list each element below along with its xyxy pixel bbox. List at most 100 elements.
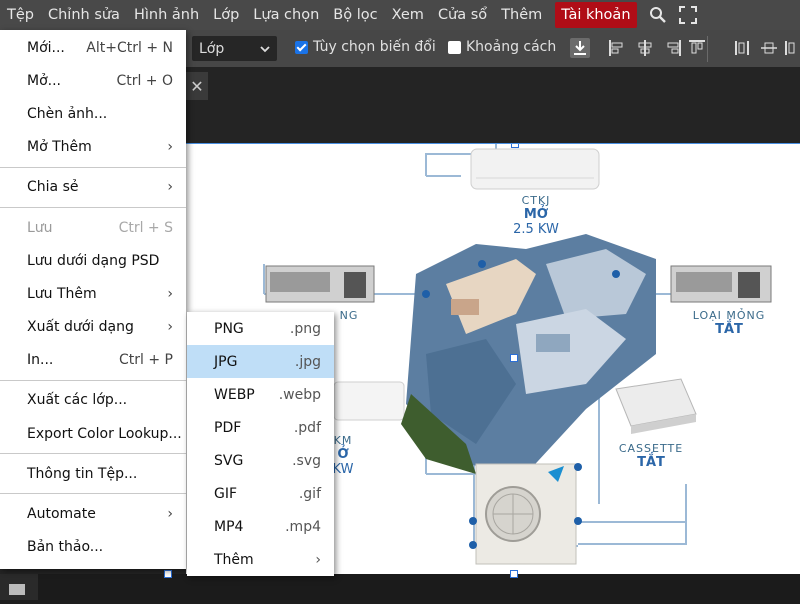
- export-format-label: JPG: [214, 353, 238, 370]
- distribute-center-icon[interactable]: [760, 39, 778, 57]
- menu-file[interactable]: Tệp: [0, 0, 41, 30]
- thin-type-label: LOẠI MỎNG TẮT: [674, 309, 784, 337]
- export-pdf[interactable]: PDF .pdf: [187, 411, 334, 444]
- menu-select[interactable]: Lựa chọn: [246, 0, 326, 30]
- menu-more[interactable]: Thêm: [494, 0, 549, 30]
- transform-controls-checkbox[interactable]: Tùy chọn biến đổi: [295, 39, 436, 55]
- left-duct-label: NG: [334, 309, 364, 322]
- transform-controls-label: Tùy chọn biến đổi: [313, 39, 436, 55]
- menu-view[interactable]: Xem: [385, 0, 431, 30]
- menu-window[interactable]: Cửa sổ: [431, 0, 494, 30]
- menu-edit[interactable]: Chỉnh sửa: [41, 0, 127, 30]
- menu-layer[interactable]: Lớp: [206, 0, 246, 30]
- export-jpg[interactable]: JPG .jpg: [187, 345, 334, 378]
- checkbox-unchecked-icon[interactable]: [448, 40, 461, 54]
- menu-item-export-as[interactable]: Xuất dưới dạng ›: [0, 311, 186, 344]
- export-format-label: MP4: [214, 518, 244, 535]
- export-format-label: PNG: [214, 320, 244, 337]
- distribute-left-icon[interactable]: [734, 39, 752, 57]
- menu-item-export-color-lookup[interactable]: Export Color Lookup...: [0, 417, 186, 450]
- export-format-label: WEBP: [214, 386, 255, 403]
- menu-item-save[interactable]: Lưu Ctrl + S: [0, 211, 186, 244]
- menu-image[interactable]: Hình ảnh: [127, 0, 206, 30]
- menu-item-label: Lưu dưới dạng PSD: [27, 252, 160, 269]
- download-icon[interactable]: [570, 38, 590, 58]
- ctkj-label-line2: MỞ: [523, 207, 549, 222]
- align-top-icon[interactable]: [688, 39, 706, 57]
- menu-item-share[interactable]: Chia sẻ ›: [0, 171, 186, 204]
- menu-item-save-more[interactable]: Lưu Thêm ›: [0, 277, 186, 310]
- thin-type-label-line1: LOẠI MỎNG: [692, 309, 766, 322]
- canvas-bottom-area: [0, 574, 800, 600]
- menu-item-label: Lưu: [27, 219, 53, 236]
- layer-select-value: Lớp: [199, 40, 225, 57]
- export-svg[interactable]: SVG .svg: [187, 444, 334, 477]
- align-left-icon[interactable]: [608, 39, 626, 57]
- menu-item-label: Lưu Thêm: [27, 285, 97, 302]
- window-icon[interactable]: [0, 574, 38, 600]
- menu-separator: [0, 206, 186, 208]
- left-duct-label-line1: NG: [339, 309, 359, 322]
- distribute-right-icon[interactable]: [784, 39, 800, 57]
- menu-item-print[interactable]: In... Ctrl + P: [0, 344, 186, 377]
- transform-handle-bottom[interactable]: [510, 570, 518, 578]
- transform-handle-top[interactable]: [511, 144, 519, 148]
- cassette-label-line2: TẮT: [637, 455, 665, 470]
- chevron-right-icon: ›: [167, 179, 173, 196]
- align-center-icon[interactable]: [636, 39, 654, 57]
- export-webp[interactable]: WEBP .webp: [187, 378, 334, 411]
- close-tab-button[interactable]: ✕: [186, 72, 208, 100]
- menubar: Tệp Chỉnh sửa Hình ảnh Lớp Lựa chọn Bộ l…: [0, 0, 800, 30]
- export-format-label: SVG: [214, 452, 244, 469]
- cassette-label-line1: CASSETTE: [618, 442, 684, 455]
- menu-item-insert-image[interactable]: Chèn ảnh...: [0, 97, 186, 130]
- spacing-checkbox[interactable]: Khoảng cách: [448, 39, 556, 55]
- export-mp4[interactable]: MP4 .mp4: [187, 510, 334, 543]
- transform-handle-center[interactable]: [510, 354, 518, 362]
- menu-item-label: Automate: [27, 506, 96, 523]
- ctkj-label-line3: 2.5 KW: [513, 222, 559, 237]
- menu-item-export-layers[interactable]: Xuất các lớp...: [0, 384, 186, 417]
- export-format-label: GIF: [214, 485, 238, 502]
- menu-separator: [0, 453, 186, 455]
- menu-item-shortcut: Ctrl + S: [118, 219, 173, 236]
- chevron-right-icon: ›: [167, 506, 173, 523]
- menu-separator: [0, 493, 186, 495]
- file-menu: Mới... Alt+Ctrl + N Mở... Ctrl + O Chèn ản…: [0, 30, 186, 569]
- menu-item-drafts[interactable]: Bản thảo...: [0, 531, 186, 564]
- menu-item-shortcut: Ctrl + P: [119, 352, 173, 369]
- export-format-ext: .svg: [292, 452, 321, 469]
- export-format-label: Thêm: [214, 551, 254, 568]
- search-icon[interactable]: [643, 0, 673, 30]
- menu-item-label: Xuất các lớp...: [27, 392, 128, 409]
- menu-separator: [0, 166, 186, 168]
- close-icon: ✕: [190, 76, 204, 96]
- tool-panel-bottom: [0, 574, 38, 600]
- menu-item-label: Thông tin Tệp...: [27, 465, 138, 482]
- cassette-label: CASSETTE TẮT: [601, 442, 701, 470]
- transform-handle-bottom-left[interactable]: [164, 570, 172, 578]
- export-more[interactable]: Thêm ›: [187, 543, 334, 576]
- fullscreen-icon[interactable]: [673, 0, 703, 30]
- menu-item-open[interactable]: Mở... Ctrl + O: [0, 64, 186, 97]
- chevron-right-icon: ›: [167, 319, 173, 336]
- menu-separator: [0, 379, 186, 381]
- chevron-right-icon: ›: [167, 285, 173, 302]
- export-png[interactable]: PNG .png: [187, 312, 334, 345]
- account-button[interactable]: Tài khoản: [555, 2, 637, 28]
- menu-filter[interactable]: Bộ lọc: [326, 0, 384, 30]
- menu-item-label: Xuất dưới dạng: [27, 319, 134, 336]
- menu-item-open-more[interactable]: Mở Thêm ›: [0, 131, 186, 164]
- chevron-right-icon: ›: [167, 139, 173, 156]
- ctkj-label-line1: CTKJ: [521, 194, 551, 207]
- menu-item-save-psd[interactable]: Lưu dưới dạng PSD: [0, 244, 186, 277]
- align-right-icon[interactable]: [664, 39, 682, 57]
- menu-item-new[interactable]: Mới... Alt+Ctrl + N: [0, 31, 186, 64]
- layer-select[interactable]: Lớp: [192, 36, 277, 61]
- menu-item-automate[interactable]: Automate ›: [0, 497, 186, 530]
- menu-item-file-info[interactable]: Thông tin Tệp...: [0, 457, 186, 490]
- checkbox-checked-icon[interactable]: [295, 40, 308, 54]
- ctkj-label: CTKJ MỞ 2.5 KW: [486, 194, 586, 237]
- export-gif[interactable]: GIF .gif: [187, 477, 334, 510]
- menu-item-label: Mở Thêm: [27, 139, 92, 156]
